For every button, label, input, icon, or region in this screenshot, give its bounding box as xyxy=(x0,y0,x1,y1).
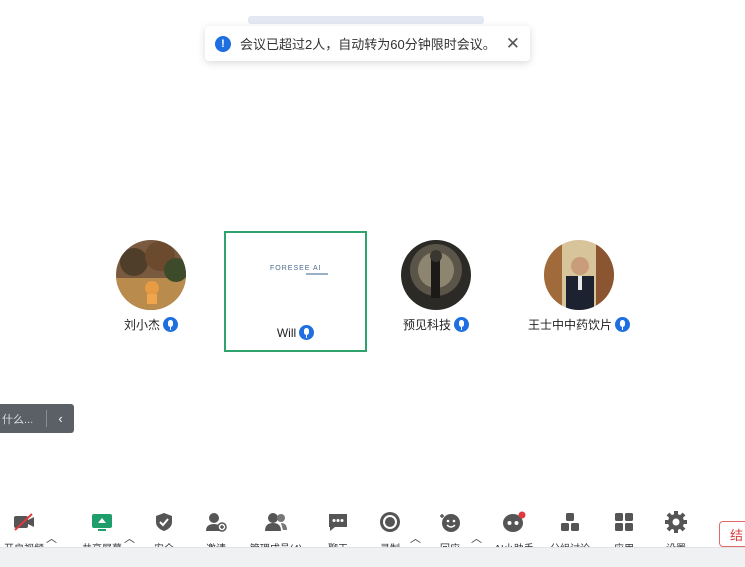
shield-icon xyxy=(134,510,194,534)
apps-button[interactable]: 应用 xyxy=(594,510,654,550)
participant-name: 刘小杰 xyxy=(123,318,160,332)
ai-assistant-icon xyxy=(484,510,544,534)
logo-underline xyxy=(306,273,328,275)
settings-button[interactable]: 设置 xyxy=(646,510,706,550)
ai-assistant-button[interactable]: AI小助手 xyxy=(484,510,544,550)
microphone-icon xyxy=(454,317,469,332)
top-status-strip xyxy=(248,16,484,24)
active-speaker-tile[interactable]: FORESEE AI Will xyxy=(224,231,367,352)
breakout-icon xyxy=(540,510,600,534)
breakout-button[interactable]: 分组讨论 xyxy=(540,510,600,550)
microphone-icon xyxy=(163,317,178,332)
members-icon xyxy=(246,510,306,534)
chat-preview-tab[interactable]: 什么... ‹ xyxy=(0,404,74,433)
invite-button[interactable]: 邀请 xyxy=(186,510,246,550)
chat-preview-text: 什么... xyxy=(2,413,34,426)
avatar xyxy=(116,240,186,310)
avatar xyxy=(401,240,471,310)
members-button[interactable]: 管理成员(4) xyxy=(246,510,306,550)
participant-name: 王士中中药饮片 xyxy=(527,318,612,332)
microphone-icon xyxy=(299,325,315,340)
end-meeting-button[interactable]: 结 xyxy=(719,521,745,547)
info-icon: ! xyxy=(215,35,231,52)
security-button[interactable]: 安全 xyxy=(134,510,194,550)
chevron-up-icon[interactable]: ︿ xyxy=(471,530,482,546)
time-limit-notice: ! 会议已超过2人，自动转为60分钟限时会议。 ✕ xyxy=(205,26,530,61)
participant-name: 预见科技 xyxy=(402,318,451,332)
meeting-toolbar: 开启视频 ︿ 共享屏幕 ︿ 安全 邀请 管理成员(4) 聊天 xyxy=(0,510,745,550)
invite-icon xyxy=(186,510,246,534)
settings-icon xyxy=(646,510,706,534)
avatar xyxy=(544,240,614,310)
participant-tile[interactable]: 预见科技 xyxy=(386,240,486,333)
participant-name: Will xyxy=(276,325,297,340)
window-bottom-edge xyxy=(0,547,745,567)
participant-tile[interactable]: 王士中中药饮片 xyxy=(524,240,634,333)
close-icon[interactable]: ✕ xyxy=(506,34,520,54)
microphone-icon xyxy=(615,317,630,332)
chevron-up-icon[interactable]: ︿ xyxy=(46,530,57,546)
participant-tile[interactable]: 刘小杰 xyxy=(106,240,196,333)
notice-text: 会议已超过2人，自动转为60分钟限时会议。 xyxy=(240,37,496,52)
company-logo: FORESEE AI xyxy=(270,265,322,272)
chat-icon xyxy=(308,510,368,534)
share-screen-icon xyxy=(72,510,132,534)
share-screen-button[interactable]: 共享屏幕 xyxy=(72,510,132,550)
apps-icon xyxy=(594,510,654,534)
chevron-left-icon[interactable]: ‹ xyxy=(47,411,74,426)
chat-button[interactable]: 聊天 xyxy=(308,510,368,550)
